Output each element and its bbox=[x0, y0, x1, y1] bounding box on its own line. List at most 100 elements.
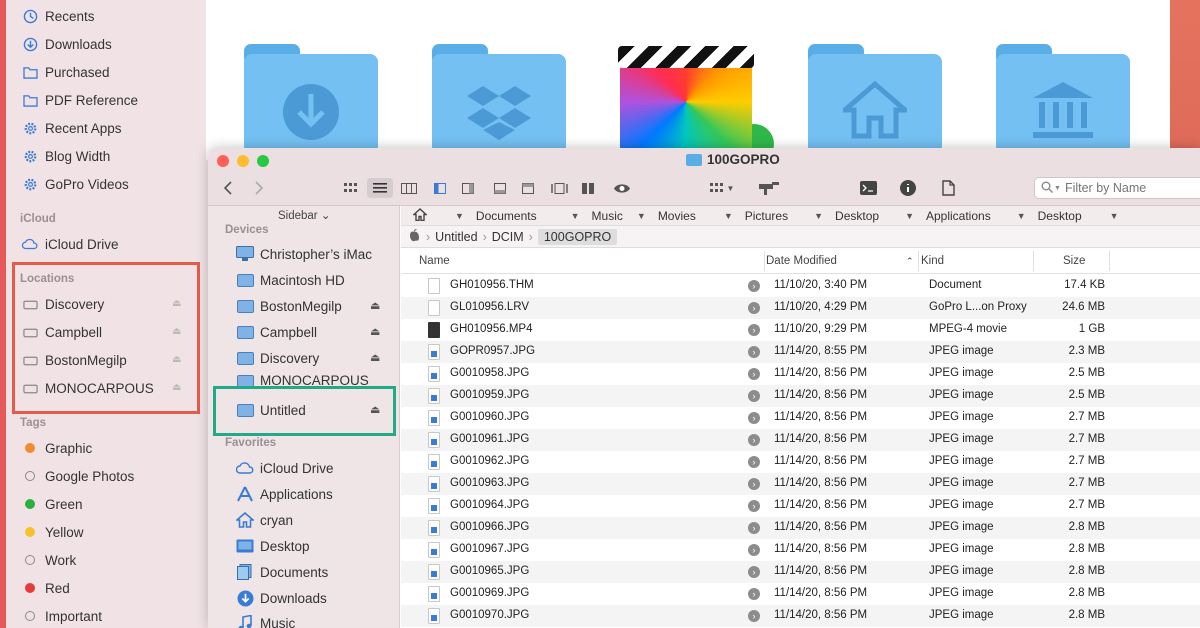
favorites-bar-item[interactable]: Desktop bbox=[835, 206, 879, 226]
favorites-bar-item[interactable]: Music bbox=[592, 206, 623, 226]
arrow-circle-icon[interactable]: › bbox=[748, 324, 760, 336]
arrow-circle-icon[interactable]: › bbox=[748, 390, 760, 402]
chevron-down-icon[interactable]: ▼ bbox=[571, 211, 580, 221]
table-row[interactable]: G0010962.JPG › 11/14/20, 8:56 PM JPEG image… bbox=[401, 451, 1200, 473]
forward-button[interactable] bbox=[250, 178, 266, 198]
table-row[interactable]: G0010958.JPG › 11/14/20, 8:56 PM JPEG image… bbox=[401, 363, 1200, 385]
favorites-bar-item[interactable]: Applications bbox=[926, 206, 991, 226]
show-sidebar-button[interactable] bbox=[430, 178, 450, 198]
get-info-icon[interactable] bbox=[898, 178, 918, 198]
arrow-circle-icon[interactable]: › bbox=[748, 412, 760, 424]
arrow-circle-icon[interactable]: › bbox=[748, 434, 760, 446]
chevron-down-icon[interactable]: ▼ bbox=[1110, 211, 1119, 221]
sidebar-tag-google-photos[interactable]: Google Photos bbox=[22, 465, 134, 487]
sidebar-favorite-documents[interactable]: Documents bbox=[236, 561, 386, 583]
arrow-circle-icon[interactable]: › bbox=[748, 456, 760, 468]
arrow-circle-icon[interactable]: › bbox=[748, 588, 760, 600]
arrow-circle-icon[interactable]: › bbox=[748, 280, 760, 292]
table-row[interactable]: GH010956.MP4 › 11/10/20, 9:29 PM MPEG-4 mov… bbox=[401, 319, 1200, 341]
column-header-kind[interactable]: Kind bbox=[921, 255, 944, 267]
arrow-circle-icon[interactable]: › bbox=[748, 566, 760, 578]
column-header-date[interactable]: Date Modified bbox=[766, 255, 837, 267]
breadcrumb-item[interactable]: Untitled bbox=[435, 230, 477, 244]
eject-icon[interactable]: ⏏ bbox=[370, 299, 380, 312]
filter-input[interactable] bbox=[1064, 181, 1200, 195]
sidebar-tag-yellow[interactable]: Yellow bbox=[22, 521, 84, 543]
column-view-button[interactable] bbox=[398, 178, 420, 198]
arrow-circle-icon[interactable]: › bbox=[748, 544, 760, 556]
sidebar-tag-red[interactable]: Red bbox=[22, 577, 70, 599]
sidebar-favorite-icloud-drive[interactable]: iCloud Drive bbox=[236, 457, 386, 479]
chevron-down-icon[interactable]: ▼ bbox=[637, 211, 646, 221]
home-folder-icon[interactable] bbox=[808, 44, 942, 154]
arrow-circle-icon[interactable]: › bbox=[748, 500, 760, 512]
sidebar-favorite-music[interactable]: Music bbox=[236, 612, 386, 628]
home-icon[interactable] bbox=[412, 207, 428, 224]
zoom-button[interactable] bbox=[257, 155, 269, 167]
sidebar-device-campbell[interactable]: Campbell bbox=[236, 321, 386, 343]
table-row[interactable]: G0010967.JPG › 11/14/20, 8:56 PM JPEG image… bbox=[401, 539, 1200, 561]
minimize-button[interactable] bbox=[237, 155, 249, 167]
eject-icon[interactable]: ⏏ bbox=[370, 351, 380, 364]
column-header-name[interactable]: Name bbox=[419, 255, 450, 267]
sidebar-tag-graphic[interactable]: Graphic bbox=[22, 437, 92, 459]
table-row[interactable]: GL010956.LRV › 11/10/20, 4:29 PM GoPro L...… bbox=[401, 297, 1200, 319]
sidebar-tag-important[interactable]: Important bbox=[22, 605, 102, 627]
arrow-circle-icon[interactable]: › bbox=[748, 302, 760, 314]
table-row[interactable]: G0010970.JPG › 11/14/20, 8:56 PM JPEG image… bbox=[401, 605, 1200, 627]
table-row[interactable]: GOPR0957.JPG › 11/14/20, 8:55 PM JPEG image… bbox=[401, 341, 1200, 363]
show-preview-button[interactable] bbox=[458, 178, 478, 198]
chevron-down-icon[interactable]: ▼ bbox=[724, 211, 733, 221]
sidebar-device-imac[interactable]: Christopher’s iMac bbox=[236, 243, 386, 265]
table-row[interactable]: G0010964.JPG › 11/14/20, 8:56 PM JPEG image… bbox=[401, 495, 1200, 517]
sidebar-favorite-desktop[interactable]: Desktop bbox=[236, 535, 386, 557]
filter-field[interactable]: ▼ bbox=[1034, 177, 1200, 199]
group-by-button[interactable]: ▼ bbox=[704, 178, 740, 198]
sidebar-favorite-applications[interactable]: Applications bbox=[236, 483, 386, 505]
arrow-circle-icon[interactable]: › bbox=[748, 346, 760, 358]
breadcrumb-item[interactable]: DCIM bbox=[492, 230, 524, 244]
terminal-icon[interactable] bbox=[858, 178, 878, 198]
favorites-bar-item[interactable]: Movies bbox=[658, 206, 696, 226]
show-pathbar-button[interactable] bbox=[490, 178, 510, 198]
eject-icon[interactable]: ⏏ bbox=[370, 325, 380, 338]
sidebar-device-macintosh-hd[interactable]: Macintosh HD bbox=[236, 269, 386, 291]
sidebar-toggle[interactable]: Sidebar ⌄ bbox=[278, 208, 330, 222]
sidebar-item-recents[interactable]: Recents bbox=[22, 5, 95, 27]
sidebar-item-purchased[interactable]: Purchased bbox=[22, 61, 110, 83]
close-button[interactable] bbox=[217, 155, 229, 167]
chevron-down-icon[interactable]: ▼ bbox=[905, 211, 914, 221]
quick-look-eye-icon[interactable] bbox=[610, 178, 634, 198]
coverflow-button[interactable] bbox=[578, 178, 598, 198]
sidebar-device-bostonmegilp[interactable]: BostonMegilp bbox=[236, 295, 386, 317]
library-folder-icon[interactable] bbox=[996, 44, 1130, 154]
arrow-circle-icon[interactable]: › bbox=[748, 478, 760, 490]
sidebar-item-blog-width[interactable]: Blog Width bbox=[22, 145, 110, 167]
table-row[interactable]: G0010960.JPG › 11/14/20, 8:56 PM JPEG image… bbox=[401, 407, 1200, 429]
icon-view-button[interactable] bbox=[340, 178, 362, 198]
arrow-circle-icon[interactable]: › bbox=[748, 522, 760, 534]
table-row[interactable]: G0010965.JPG › 11/14/20, 8:56 PM JPEG image… bbox=[401, 561, 1200, 583]
tools-icon[interactable] bbox=[756, 178, 782, 198]
table-row[interactable]: G0010959.JPG › 11/14/20, 8:56 PM JPEG image… bbox=[401, 385, 1200, 407]
favorites-bar-item[interactable]: Documents bbox=[476, 206, 537, 226]
chevron-down-icon[interactable]: ▼ bbox=[814, 211, 823, 221]
final-cut-pro-icon[interactable] bbox=[618, 46, 754, 158]
sidebar-item-pdf-reference[interactable]: PDF Reference bbox=[22, 89, 138, 111]
table-row[interactable]: GH010956.THM › 11/10/20, 3:40 PM Document 17… bbox=[401, 275, 1200, 297]
show-tabbar-button[interactable] bbox=[518, 178, 538, 198]
table-row[interactable]: G0010961.JPG › 11/14/20, 8:56 PM JPEG image… bbox=[401, 429, 1200, 451]
sidebar-item-icloud-drive[interactable]: iCloud Drive bbox=[22, 233, 119, 255]
chevron-down-icon[interactable]: ▼ bbox=[1017, 211, 1026, 221]
sidebar-device-monocarpous[interactable]: MONOCARPOUS bbox=[236, 373, 386, 387]
table-row[interactable]: G0010966.JPG › 11/14/20, 8:56 PM JPEG image… bbox=[401, 517, 1200, 539]
favorites-bar-item[interactable]: Desktop bbox=[1038, 206, 1082, 226]
sidebar-device-discovery[interactable]: Discovery bbox=[236, 347, 386, 369]
arrow-circle-icon[interactable]: › bbox=[748, 610, 760, 622]
downloads-folder-icon[interactable] bbox=[244, 44, 378, 154]
gallery-view-button[interactable] bbox=[548, 178, 570, 198]
sidebar-item-gopro-videos[interactable]: GoPro Videos bbox=[22, 173, 129, 195]
chevron-down-icon[interactable]: ▼ bbox=[455, 211, 464, 221]
sidebar-item-downloads[interactable]: Downloads bbox=[22, 33, 112, 55]
sidebar-favorite-cryan[interactable]: cryan bbox=[236, 509, 386, 531]
